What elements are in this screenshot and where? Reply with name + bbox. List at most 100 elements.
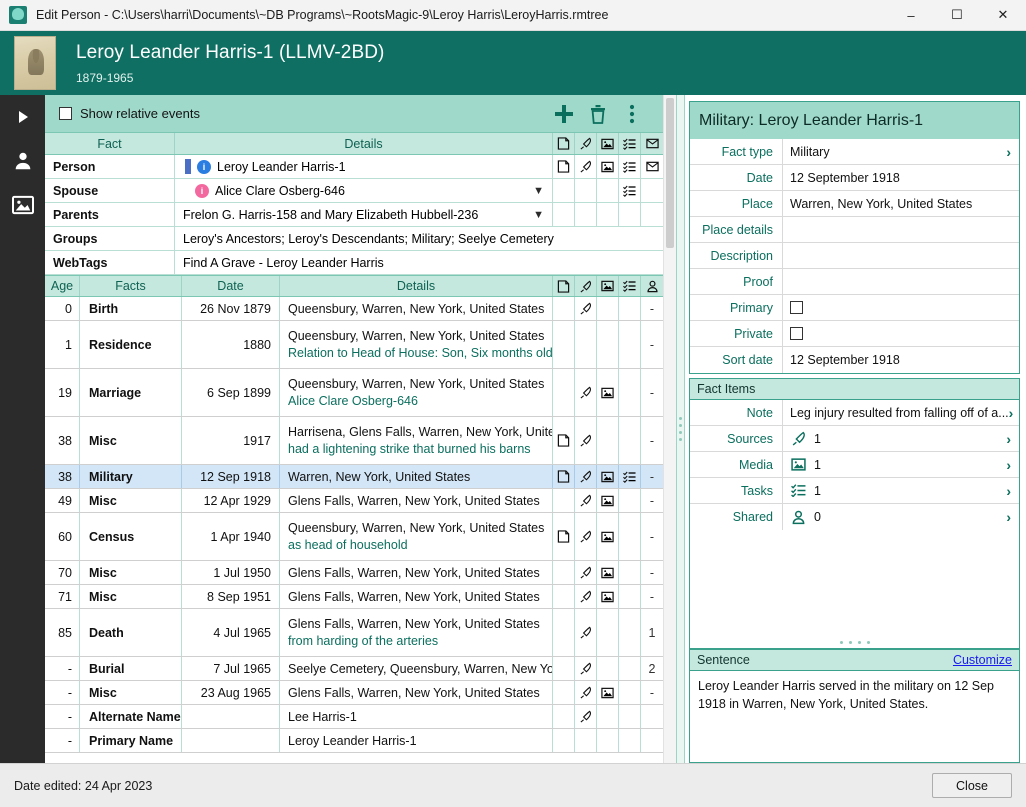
fact-media-icon[interactable] (597, 657, 619, 680)
fact-items-rows[interactable]: NoteLeg injury resulted from falling off… (690, 400, 1019, 530)
person-photo-thumbnail[interactable] (14, 36, 56, 90)
fact-media-icon[interactable] (597, 417, 619, 464)
fact-note-icon[interactable] (553, 369, 575, 416)
fact-tasks-icon[interactable] (619, 657, 641, 680)
detail-field-input[interactable]: 12 September 1918 (782, 347, 1019, 373)
fact-row[interactable]: 60Census1 Apr 1940Queensbury, Warren, Ne… (45, 513, 663, 561)
fact-item-value-cell[interactable]: 1› (782, 452, 1019, 477)
fact-tasks-icon[interactable] (619, 465, 641, 488)
fact-item-row[interactable]: Tasks1› (690, 478, 1019, 504)
fact-item-row[interactable]: Media1› (690, 452, 1019, 478)
fact-tasks-icon[interactable] (619, 585, 641, 608)
close-window-button[interactable]: ✕ (980, 0, 1026, 31)
relation-detail-cell[interactable]: i Leroy Leander Harris-1 (175, 155, 553, 178)
fact-source-icon[interactable] (575, 489, 597, 512)
fact-tasks-icon[interactable] (619, 297, 641, 320)
parents-address-cell[interactable] (641, 203, 663, 226)
fact-tasks-icon[interactable] (619, 513, 641, 560)
fact-note-icon[interactable] (553, 705, 575, 728)
fact-media-icon[interactable] (597, 561, 619, 584)
expand-triangle-icon[interactable] (9, 103, 37, 131)
fact-note-icon[interactable] (553, 297, 575, 320)
person-source-icon[interactable] (575, 155, 597, 178)
spouse-note-cell[interactable] (553, 179, 575, 202)
detail-field-input[interactable]: 12 September 1918 (782, 165, 1019, 190)
fact-row[interactable]: 70Misc1 Jul 1950Glens Falls, Warren, New… (45, 561, 663, 585)
detail-field-input[interactable] (782, 269, 1019, 294)
parents-media-cell[interactable] (597, 203, 619, 226)
spouse-media-cell[interactable] (597, 179, 619, 202)
detail-field-row[interactable]: Date12 September 1918 (690, 165, 1019, 191)
fact-media-icon[interactable] (597, 369, 619, 416)
facts-col-facts[interactable]: Facts (80, 276, 182, 296)
detail-field-row[interactable]: Primary (690, 295, 1019, 321)
fact-shared-count[interactable]: - (641, 585, 663, 608)
facts-vertical-scrollbar[interactable] (663, 95, 676, 763)
fact-shared-count[interactable]: - (641, 489, 663, 512)
chevron-right-icon[interactable]: › (1006, 457, 1011, 473)
fact-note-icon[interactable] (553, 417, 575, 464)
fact-row[interactable]: -Burial7 Jul 1965Seelye Cemetery, Queens… (45, 657, 663, 681)
maximize-button[interactable]: ☐ (934, 0, 980, 31)
fact-note-icon[interactable] (553, 585, 575, 608)
fact-source-icon[interactable] (575, 321, 597, 368)
detail-field-row[interactable]: PlaceWarren, New York, United States (690, 191, 1019, 217)
primary-checkbox[interactable] (790, 301, 803, 314)
fact-note-icon[interactable] (553, 489, 575, 512)
fact-media-icon[interactable] (597, 609, 619, 656)
person-tasks-icon[interactable] (619, 155, 641, 178)
fact-source-icon[interactable] (575, 465, 597, 488)
fact-tasks-icon[interactable] (619, 321, 641, 368)
fact-note-icon[interactable] (553, 513, 575, 560)
relation-row-spouse[interactable]: Spouse i Alice Clare Osberg-646 ▼ (45, 179, 663, 203)
fact-tasks-icon[interactable] (619, 417, 641, 464)
detail-field-row[interactable]: Description (690, 243, 1019, 269)
relation-detail-cell[interactable]: i Alice Clare Osberg-646 ▼ (175, 179, 553, 202)
media-image-icon[interactable] (9, 191, 37, 219)
spouse-address-cell[interactable] (641, 179, 663, 202)
fact-shared-count[interactable] (641, 729, 663, 752)
parents-note-cell[interactable] (553, 203, 575, 226)
fact-media-icon[interactable] (597, 465, 619, 488)
delete-fact-button[interactable] (581, 97, 615, 131)
fact-row[interactable]: 1Residence1880Queensbury, Warren, New Yo… (45, 321, 663, 369)
fact-tasks-icon[interactable] (619, 681, 641, 704)
fact-source-icon[interactable] (575, 561, 597, 584)
fact-source-icon[interactable] (575, 609, 597, 656)
fact-row[interactable]: 71Misc8 Sep 1951Glens Falls, Warren, New… (45, 585, 663, 609)
fact-tasks-icon[interactable] (619, 609, 641, 656)
fact-note-icon[interactable] (553, 561, 575, 584)
fact-source-icon[interactable] (575, 705, 597, 728)
minimize-button[interactable]: – (888, 0, 934, 31)
fact-row[interactable]: 85Death4 Jul 1965Glens Falls, Warren, Ne… (45, 609, 663, 657)
fact-tasks-icon[interactable] (619, 561, 641, 584)
fact-media-icon[interactable] (597, 297, 619, 320)
fact-shared-count[interactable]: - (641, 369, 663, 416)
detail-field-row[interactable]: Private (690, 321, 1019, 347)
panel-splitter[interactable] (676, 95, 685, 763)
parents-tasks-cell[interactable] (619, 203, 641, 226)
fact-source-icon[interactable] (575, 513, 597, 560)
relation-row-parents[interactable]: Parents Frelon G. Harris-158 and Mary El… (45, 203, 663, 227)
fact-row[interactable]: 38Military12 Sep 1918Warren, New York, U… (45, 465, 663, 489)
fact-shared-count[interactable]: 2 (641, 657, 663, 680)
chevron-down-icon[interactable]: ▼ (533, 185, 544, 197)
fact-note-icon[interactable] (553, 465, 575, 488)
detail-field-input[interactable] (782, 321, 1019, 346)
fact-media-icon[interactable] (597, 513, 619, 560)
fact-item-row[interactable]: NoteLeg injury resulted from falling off… (690, 400, 1019, 426)
relation-detail-cell[interactable]: Find A Grave - Leroy Leander Harris (175, 251, 663, 274)
fact-shared-count[interactable]: - (641, 561, 663, 584)
fact-shared-count[interactable] (641, 705, 663, 728)
fact-row[interactable]: 38Misc1917Harrisena, Glens Falls, Warren… (45, 417, 663, 465)
facts-col-details[interactable]: Details (280, 276, 553, 296)
person-note-icon[interactable] (553, 155, 575, 178)
chevron-right-icon[interactable]: › (1006, 483, 1011, 499)
person-media-icon[interactable] (597, 155, 619, 178)
relation-row-person[interactable]: Person i Leroy Leander Harris-1 (45, 155, 663, 179)
facts-row-list[interactable]: 0Birth26 Nov 1879Queensbury, Warren, New… (45, 297, 663, 763)
fact-row[interactable]: -Misc23 Aug 1965Glens Falls, Warren, New… (45, 681, 663, 705)
fact-tasks-icon[interactable] (619, 705, 641, 728)
fact-note-icon[interactable] (553, 609, 575, 656)
fact-shared-count[interactable]: 1 (641, 609, 663, 656)
